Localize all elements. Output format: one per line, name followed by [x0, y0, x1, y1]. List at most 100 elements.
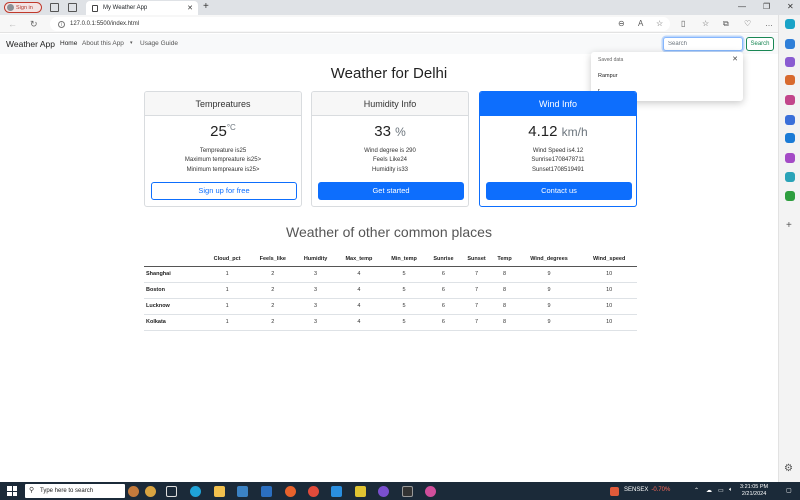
mail-icon[interactable]	[261, 486, 272, 497]
refresh-icon[interactable]: ↻	[30, 19, 38, 30]
browser-essentials-icon[interactable]: ♡	[744, 19, 751, 28]
table-cell: 2	[250, 266, 296, 283]
column-header: Humidity	[295, 252, 336, 267]
drop-icon[interactable]	[785, 172, 795, 182]
profile-avatar-icon	[7, 4, 14, 11]
firefox-icon[interactable]	[285, 486, 296, 497]
new-tab-icon[interactable]: +	[203, 1, 209, 12]
address-bar[interactable]: i 127.0.0.1:5500/index.html	[50, 17, 670, 31]
widgets-icon[interactable]	[128, 486, 139, 497]
table-cell: 8	[492, 282, 517, 299]
card-line: Humidity is33	[371, 166, 408, 173]
app-icon[interactable]	[425, 486, 436, 497]
outlook-icon[interactable]	[785, 133, 795, 143]
table-cell: 7	[460, 298, 493, 315]
table-cell: 6	[426, 266, 461, 283]
dropdown-caret-icon[interactable]: ▾	[130, 40, 133, 46]
collections-icon[interactable]: ⧉	[723, 19, 729, 29]
browser-tab-strip: Sign in My Weather App ✕ + — ❐ ✕	[0, 0, 800, 15]
tree-icon[interactable]	[785, 191, 795, 201]
store-icon[interactable]	[237, 486, 248, 497]
temperature-card: Tempreatures 25°C Tempreature is25 Maxim…	[144, 91, 302, 207]
taskbar-search-box[interactable]: ⚲ Type here to search	[25, 484, 125, 498]
favorite-star-icon[interactable]: ☆	[656, 19, 663, 28]
tools-icon[interactable]	[785, 75, 795, 85]
table-cell: 2	[250, 314, 296, 331]
search-sidebar-icon[interactable]	[785, 39, 795, 49]
add-sidebar-app-icon[interactable]: +	[786, 220, 792, 231]
chrome-icon[interactable]	[308, 486, 319, 497]
terminal-icon[interactable]	[402, 486, 413, 497]
search-input[interactable]	[663, 37, 743, 51]
sensex-ticker[interactable]: SENSEX -0.70%	[624, 487, 670, 493]
vscode-icon[interactable]	[331, 486, 342, 497]
table-cell: 10	[581, 282, 637, 299]
big-value: 4.12	[528, 123, 558, 140]
tab-my-weather-app[interactable]: My Weather App ✕	[86, 1, 198, 15]
show-hidden-icons-icon[interactable]: ⌃	[694, 487, 699, 494]
tab-actions-icon[interactable]	[68, 3, 77, 12]
table-cell: 4	[335, 266, 383, 283]
windows-start-icon[interactable]	[7, 486, 17, 496]
column-header: Cloud_pct	[204, 252, 251, 267]
table-cell: 8	[492, 298, 517, 315]
get-started-button[interactable]: Get started	[318, 182, 464, 200]
sidebar-settings-icon[interactable]: ⚙	[784, 463, 793, 474]
file-explorer-icon[interactable]	[214, 486, 225, 497]
copilot-icon[interactable]	[785, 19, 795, 29]
sign-up-button[interactable]: Sign up for free	[151, 182, 297, 200]
close-window-icon[interactable]: ✕	[787, 2, 794, 11]
more-menu-icon[interactable]: …	[765, 19, 773, 28]
network-icon[interactable]: ▭	[718, 487, 724, 494]
brand-link[interactable]: Weather App	[6, 39, 55, 49]
table-cell: 1	[204, 282, 251, 299]
app-icon[interactable]	[355, 486, 366, 497]
table-cell: 9	[516, 282, 582, 299]
games-icon[interactable]	[785, 95, 795, 105]
search-button[interactable]: Search	[746, 37, 774, 51]
sensex-label: SENSEX	[624, 487, 649, 493]
table-cell: 10	[581, 266, 637, 283]
notifications-icon[interactable]: ▢	[786, 487, 792, 494]
table-cell: 6	[426, 298, 461, 315]
card-line: Minimum tempreaure is25>	[186, 166, 260, 173]
split-screen-icon[interactable]: ▯	[681, 19, 685, 28]
shopping-icon[interactable]	[785, 57, 795, 67]
contact-us-button[interactable]: Contact us	[486, 182, 632, 200]
column-header: Wind_degrees	[516, 252, 582, 267]
taskbar-clock[interactable]: 3:21:05 PM 2/21/2024	[740, 484, 768, 498]
favorites-icon[interactable]: ☆	[702, 19, 709, 28]
microsoft365-icon[interactable]	[785, 115, 795, 125]
card-header: Wind Info	[480, 92, 636, 116]
table-cell: 5	[382, 314, 427, 331]
minimize-icon[interactable]: —	[738, 2, 746, 11]
table-cell: 5	[382, 298, 427, 315]
maximize-icon[interactable]: ❐	[763, 2, 770, 11]
cloud-icon[interactable]: ☁	[706, 487, 712, 494]
edge-taskbar-icon[interactable]	[190, 486, 201, 497]
workspaces-icon[interactable]	[50, 3, 59, 12]
table-row: Shanghai 1 2 3 4 5 6 7 8 9 10	[144, 266, 637, 283]
zoom-icon[interactable]: ⊖	[618, 19, 625, 28]
task-view-icon[interactable]	[166, 486, 177, 497]
column-header	[144, 252, 204, 267]
card-header: Humidity Info	[312, 92, 468, 116]
close-tab-icon[interactable]: ✕	[187, 4, 193, 12]
nav-link-about[interactable]: About this App	[82, 40, 124, 47]
search-icon: ⚲	[29, 487, 35, 494]
app-icon[interactable]	[378, 486, 389, 497]
back-icon[interactable]: ←	[8, 19, 17, 29]
nav-link-usage-guide[interactable]: Usage Guide	[140, 40, 178, 47]
site-info-icon[interactable]: i	[58, 20, 65, 28]
read-aloud-icon[interactable]: A	[638, 19, 643, 28]
designer-icon[interactable]	[785, 153, 795, 163]
card-line: Feels Like24	[372, 157, 408, 164]
page-favicon-icon	[92, 4, 98, 12]
weather-widget-icon[interactable]	[145, 486, 156, 497]
close-icon[interactable]: ✕	[732, 55, 738, 63]
nav-link-home[interactable]: Home	[60, 40, 77, 47]
humidity-value: 33 %	[312, 123, 468, 141]
profile-signin-button[interactable]: Sign in	[4, 2, 42, 13]
table-cell: 3	[295, 298, 336, 315]
volume-icon[interactable]: 🔈︎	[729, 487, 733, 494]
